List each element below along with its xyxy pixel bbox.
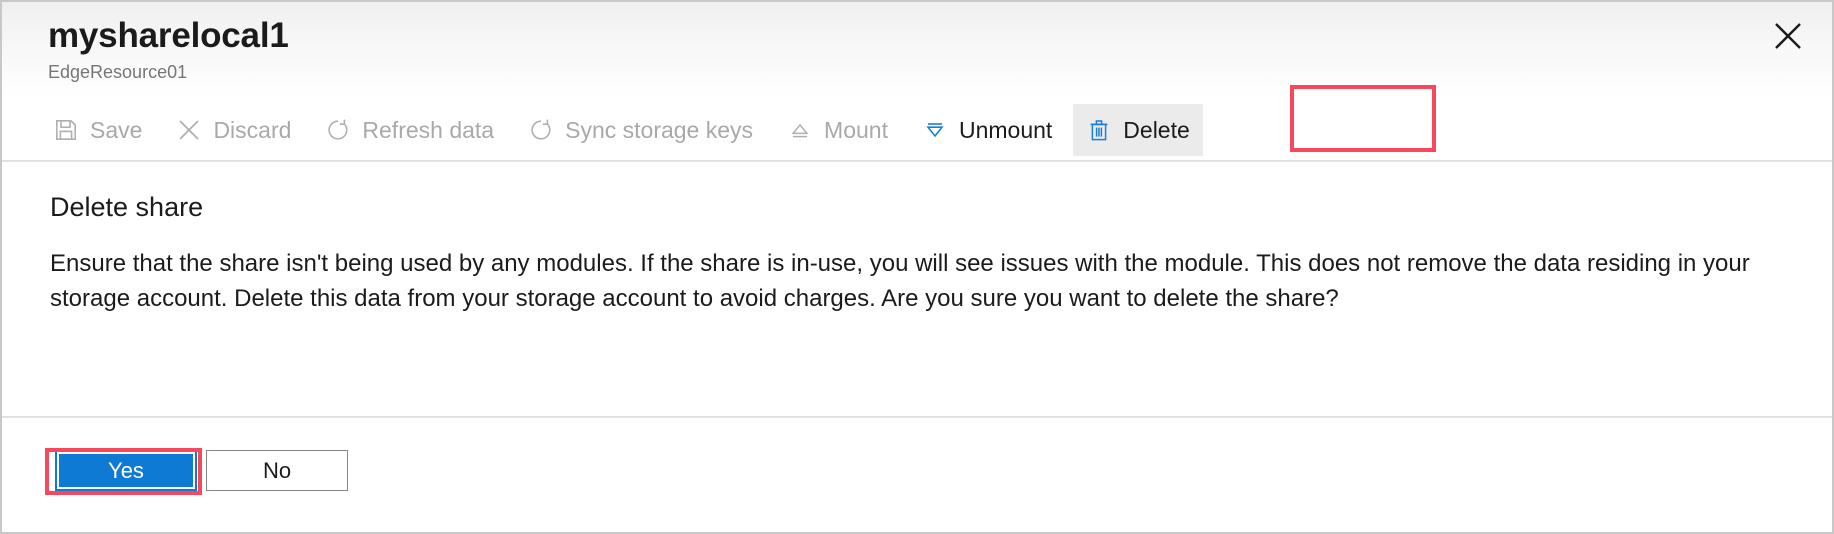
blade-content: Delete share Ensure that the share isn't… [2,162,1832,316]
sync-storage-keys-button-label: Sync storage keys [565,117,754,143]
blade-footer: Yes No [2,418,1832,532]
discard-button-label: Discard [213,117,292,143]
close-button[interactable] [1762,10,1814,62]
page-title: mysharelocal1 [48,16,289,55]
mount-button[interactable]: Mount [774,104,901,156]
mount-icon [787,117,813,143]
command-bar: Save Discard Refresh data Sync storage k… [2,100,1832,162]
trash-icon [1086,117,1112,143]
save-icon [53,117,79,143]
confirmation-message: Ensure that the share isn't being used b… [50,250,1750,312]
delete-button-label: Delete [1123,117,1190,143]
unmount-button[interactable]: Unmount [909,104,1065,156]
cancel-no-button[interactable]: No [206,450,348,491]
unmount-icon [922,117,948,143]
discard-button[interactable]: Discard [163,104,304,156]
page-subtitle: EdgeResource01 [48,62,188,82]
save-button-label: Save [90,117,143,143]
share-detail-blade: mysharelocal1 EdgeResource01 Save Discar… [0,0,1834,534]
refresh-data-button[interactable]: Refresh data [312,104,507,156]
unmount-button-label: Unmount [958,117,1053,143]
close-icon [176,117,202,143]
save-button[interactable]: Save [40,104,155,156]
delete-button[interactable]: Delete [1073,104,1203,156]
refresh-data-button-label: Refresh data [362,117,495,143]
refresh-icon [325,117,351,143]
blade-header: mysharelocal1 EdgeResource01 [2,2,1832,100]
section-heading: Delete share [50,192,204,222]
sync-storage-keys-button[interactable]: Sync storage keys [515,104,766,156]
confirm-yes-button[interactable]: Yes [55,450,197,491]
sync-icon [528,117,554,143]
close-icon [1775,23,1801,49]
mount-button-label: Mount [824,117,888,143]
